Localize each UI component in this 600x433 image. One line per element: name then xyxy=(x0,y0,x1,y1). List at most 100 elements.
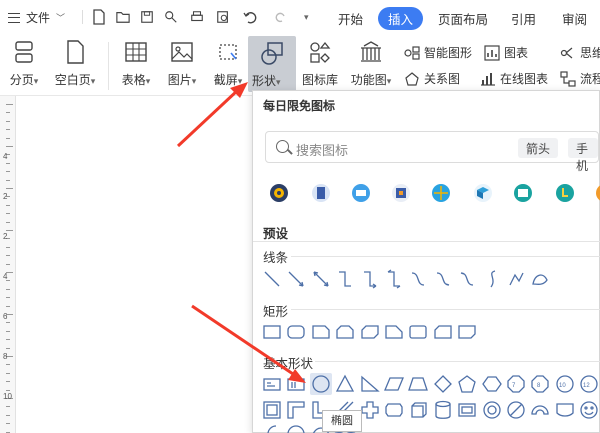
diamond-shape[interactable] xyxy=(432,373,454,395)
rectangle-shape[interactable] xyxy=(261,321,283,343)
icon-search-input[interactable]: 搜索图标 箭头 手机 xyxy=(265,131,599,173)
hand-icon[interactable] xyxy=(555,183,575,203)
rectangle-shape[interactable] xyxy=(456,321,478,343)
file-menu[interactable]: 文件 ﹀ xyxy=(8,9,65,26)
right-triangle-shape[interactable] xyxy=(359,373,381,395)
blank-page-button[interactable]: 空白页▾ xyxy=(50,40,100,88)
relation-chart-button[interactable]: 关系图 xyxy=(404,70,460,87)
redo-icon[interactable] xyxy=(274,9,288,25)
line-shape[interactable] xyxy=(529,268,551,290)
mail-icon[interactable] xyxy=(513,183,533,203)
laptop-icon[interactable] xyxy=(351,183,371,203)
line-shape[interactable] xyxy=(456,268,478,290)
rectangle-shape[interactable] xyxy=(359,321,381,343)
document-page[interactable] xyxy=(16,96,252,433)
tag-arrow[interactable]: 箭头 xyxy=(518,138,559,158)
function-chart-button[interactable]: 功能图▾ xyxy=(346,40,396,88)
flowchart-button[interactable]: 流程 xyxy=(560,70,600,87)
vertical-text-box-shape[interactable] xyxy=(285,373,307,395)
line-shape[interactable] xyxy=(285,268,307,290)
line-shape[interactable] xyxy=(407,268,429,290)
book-icon[interactable] xyxy=(391,183,411,203)
plaque-shape[interactable] xyxy=(383,399,405,421)
extra-icon[interactable] xyxy=(595,183,600,203)
mind-map-button[interactable]: 思维 xyxy=(560,44,600,61)
quick-access-more-icon[interactable]: ▾ xyxy=(304,12,309,23)
target-icon[interactable] xyxy=(269,183,289,203)
text-box-shape[interactable] xyxy=(261,373,283,395)
shape-button[interactable]: 形状▾ xyxy=(248,36,296,92)
document-icon[interactable] xyxy=(311,183,331,203)
parallelogram-shape[interactable] xyxy=(383,373,405,395)
half-frame-shape[interactable] xyxy=(285,399,307,421)
divider xyxy=(82,10,83,24)
basic-shape[interactable] xyxy=(261,423,283,433)
heptagon-shape[interactable]: 7 xyxy=(505,373,527,395)
box-icon[interactable] xyxy=(473,183,493,203)
relation-chart-label: 关系图 xyxy=(424,72,461,86)
pentagon-shape[interactable] xyxy=(456,373,478,395)
trapezoid-shape[interactable] xyxy=(407,373,429,395)
donut-shape[interactable] xyxy=(481,399,503,421)
line-shape[interactable] xyxy=(359,268,381,290)
page-break-button[interactable]: 分页▾ xyxy=(6,40,42,88)
line-shape[interactable] xyxy=(481,268,503,290)
basic-shape[interactable] xyxy=(285,423,307,433)
no-symbol-shape[interactable] xyxy=(505,399,527,421)
line-shape[interactable] xyxy=(383,268,405,290)
hexagon-shape[interactable] xyxy=(481,373,503,395)
block-arc-shape[interactable] xyxy=(529,399,551,421)
rectangle-shape[interactable] xyxy=(383,321,405,343)
ruler-tick xyxy=(6,171,10,173)
line-shape[interactable] xyxy=(505,268,527,290)
globe-icon[interactable] xyxy=(431,183,451,203)
rectangle-shape[interactable] xyxy=(334,321,356,343)
mind-map-label: 思维 xyxy=(580,46,600,60)
save-icon[interactable] xyxy=(140,9,154,25)
tab-page-layout[interactable]: 页面布局 xyxy=(438,9,488,28)
function-chart-icon xyxy=(361,41,381,62)
tab-home[interactable]: 开始 xyxy=(338,9,363,28)
line-shape[interactable] xyxy=(334,268,356,290)
octagon-shape[interactable]: 8 xyxy=(529,373,551,395)
rectangle-shape[interactable] xyxy=(407,321,429,343)
undo-icon[interactable] xyxy=(242,9,262,25)
tab-review[interactable]: 审阅 xyxy=(562,9,587,28)
open-folder-icon[interactable] xyxy=(116,9,130,25)
basic-shapes-row-1: 7 8 10 12 xyxy=(261,373,600,395)
folded-corner-shape[interactable] xyxy=(554,399,576,421)
rectangle-shape[interactable] xyxy=(310,321,332,343)
chart-button[interactable]: 图表 xyxy=(484,44,528,61)
svg-text:12: 12 xyxy=(583,383,590,389)
icon-library-button[interactable]: 图标库 xyxy=(300,40,340,88)
triangle-shape[interactable] xyxy=(334,373,356,395)
smiley-face-shape[interactable] xyxy=(578,399,600,421)
can-shape[interactable] xyxy=(432,399,454,421)
print-icon[interactable] xyxy=(190,9,204,25)
ruler-number: 10 xyxy=(3,392,12,401)
new-doc-icon[interactable] xyxy=(92,9,106,25)
decagon-shape[interactable]: 10 xyxy=(554,373,576,395)
hamburger-icon xyxy=(8,12,20,23)
rectangle-shape[interactable] xyxy=(432,321,454,343)
line-shape[interactable] xyxy=(310,268,332,290)
smart-graphic-button[interactable]: 智能图形 xyxy=(404,44,472,61)
picture-button[interactable]: 图片▾ xyxy=(162,40,202,88)
tab-references[interactable]: 引用 xyxy=(511,9,536,28)
cube-shape[interactable] xyxy=(407,399,429,421)
line-shape[interactable] xyxy=(261,268,283,290)
rectangle-shape[interactable] xyxy=(285,321,307,343)
format-painter-icon[interactable] xyxy=(164,9,178,25)
svg-text:10: 10 xyxy=(559,383,566,389)
print-preview-icon[interactable] xyxy=(216,9,230,25)
line-shape[interactable] xyxy=(432,268,454,290)
ellipse-shape[interactable] xyxy=(309,373,332,395)
tag-phone[interactable]: 手机 xyxy=(568,138,598,173)
bevel-shape[interactable] xyxy=(456,399,478,421)
tab-insert[interactable]: 插入 xyxy=(378,7,424,30)
online-chart-button[interactable]: 在线图表 xyxy=(480,70,548,87)
screenshot-button[interactable]: 截屏▾ xyxy=(208,40,248,88)
table-button[interactable]: 表格▾ xyxy=(116,40,156,88)
dodecagon-shape[interactable]: 12 xyxy=(578,373,600,395)
frame-shape[interactable] xyxy=(261,399,283,421)
